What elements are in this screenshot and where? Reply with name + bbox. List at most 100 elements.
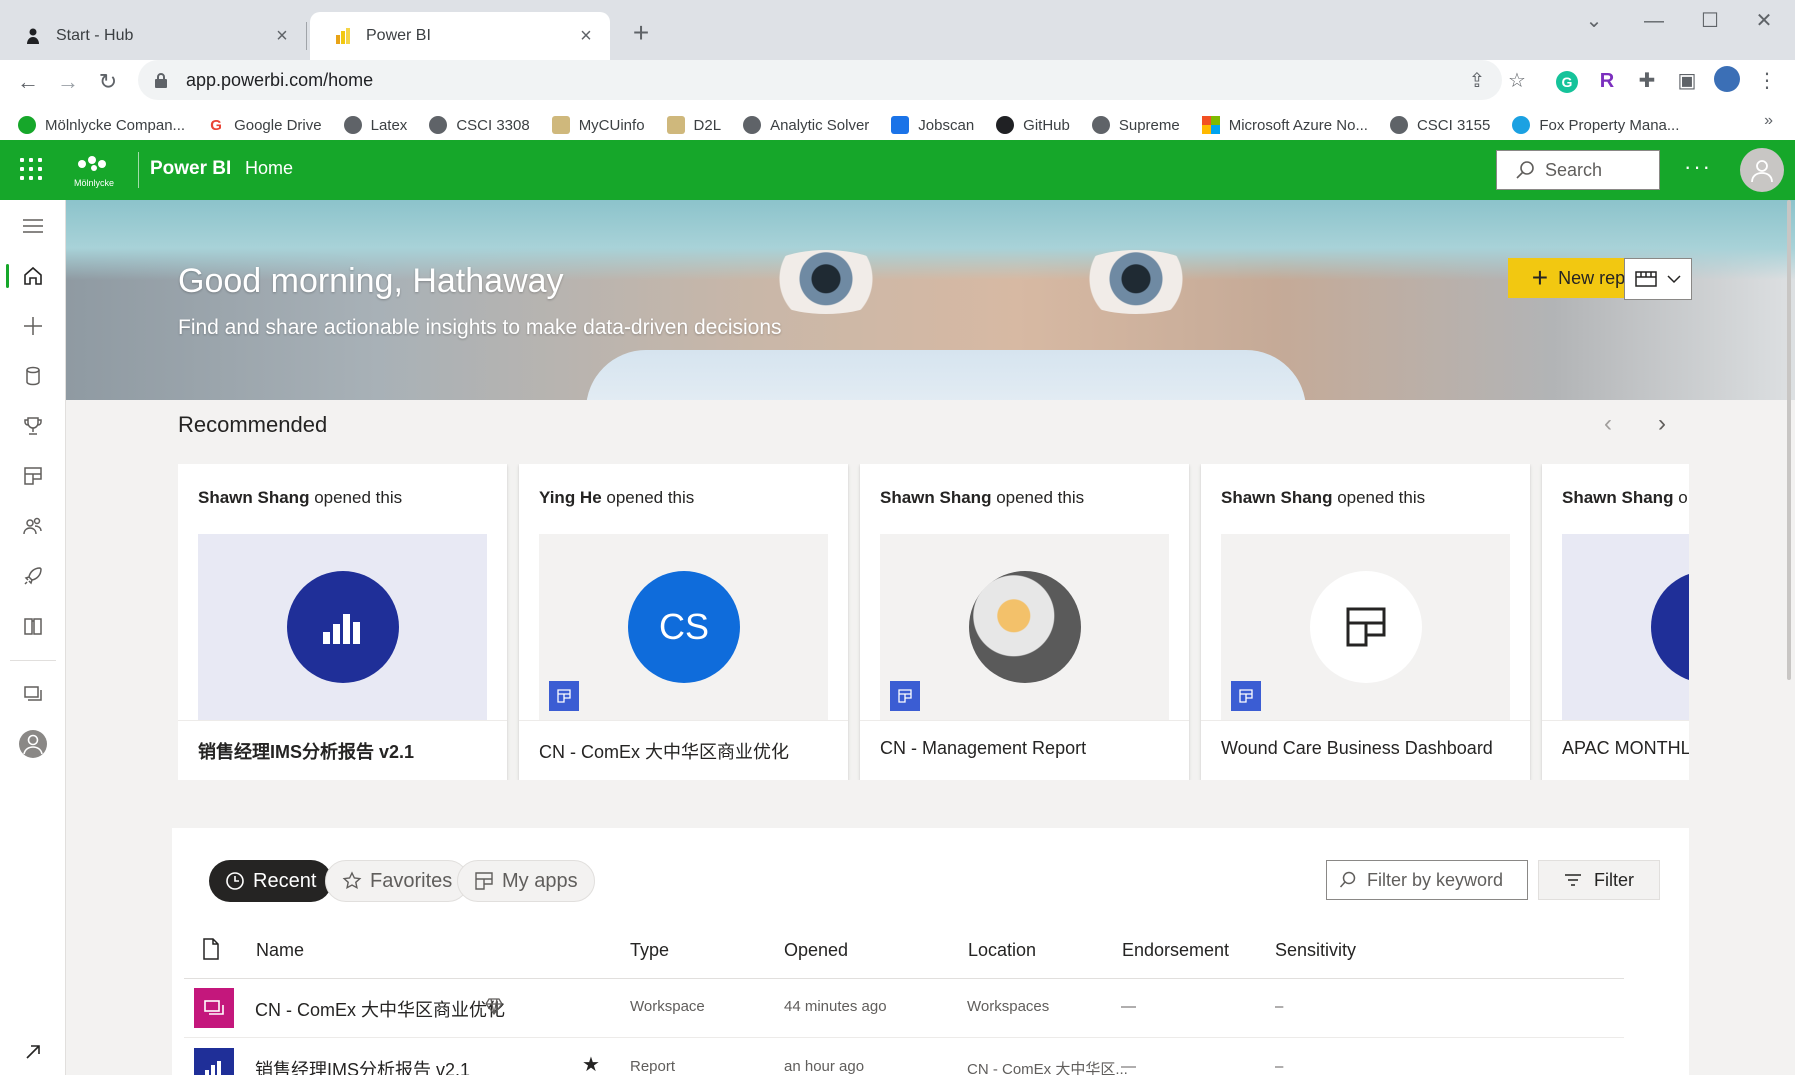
bookmark-fox-property[interactable]: Fox Property Mana... — [1512, 116, 1679, 134]
table-row[interactable]: 销售经理IMS分析报告 v2.1 ★ Report an hour ago CN… — [184, 1038, 1624, 1075]
kebab-menu-icon[interactable]: ⋮ — [1752, 66, 1782, 96]
nav-workspaces[interactable] — [0, 674, 66, 714]
page-scrollbar[interactable] — [1784, 200, 1794, 680]
chevron-left-icon[interactable]: ‹ — [1604, 410, 1612, 438]
bookmark-microsoft-azure[interactable]: Microsoft Azure No... — [1201, 116, 1368, 134]
recommended-card[interactable]: Ying He opened this CS CN - ComEx 大中华区商业… — [519, 464, 848, 780]
nav-datasets[interactable] — [0, 356, 66, 396]
bookmark-github[interactable]: GitHub — [996, 116, 1070, 134]
app-launcher-icon[interactable] — [20, 158, 42, 180]
bookmark-google-drive[interactable]: G Google Drive — [207, 116, 322, 134]
plus-icon: + — [1531, 262, 1549, 293]
bookmark-molnlycke[interactable]: Mölnlycke Compan... — [18, 116, 185, 134]
maximize-icon[interactable]: ☐ — [1682, 6, 1738, 36]
new-tab-button[interactable]: + — [624, 16, 658, 50]
grammarly-icon[interactable]: G — [1552, 66, 1582, 96]
column-header-type[interactable]: Type — [630, 940, 669, 961]
nav-learn[interactable] — [0, 556, 66, 596]
nav-divider — [10, 660, 56, 661]
filter-label: Filter — [1594, 869, 1634, 890]
close-icon[interactable]: × — [272, 25, 292, 48]
nav-shared[interactable] — [0, 506, 66, 546]
browser-tab-power-bi[interactable]: Power BI × — [310, 12, 610, 60]
account-avatar[interactable] — [1740, 148, 1784, 192]
recommended-card[interactable]: Shawn Shang opened this CN - Management … — [860, 464, 1189, 780]
recommended-card[interactable]: Shawn Shang opened this 销售经理IMS分析报告 v2.1 — [178, 464, 507, 780]
nav-goals[interactable] — [0, 406, 66, 446]
left-navigation — [0, 200, 66, 1075]
column-header-opened[interactable]: Opened — [784, 940, 848, 961]
bookmark-csci-3155[interactable]: CSCI 3155 — [1389, 116, 1490, 134]
table-row[interactable]: CN - ComEx 大中华区商业优化 Workspace 44 minutes… — [184, 978, 1624, 1038]
column-header-location[interactable]: Location — [968, 940, 1036, 961]
chevron-down-icon[interactable]: ⌄ — [1566, 6, 1622, 36]
recent-panel: Recent Favorites My apps Filter by keywo… — [172, 828, 1689, 1075]
row-location[interactable]: CN - ComEx 大中华区... — [967, 1058, 1128, 1075]
column-header-name[interactable]: Name — [256, 940, 304, 961]
google-icon: G — [207, 116, 226, 134]
tab-recent[interactable]: Recent — [209, 860, 333, 902]
card-thumbnail — [1562, 534, 1689, 720]
app-name[interactable]: Power BI — [150, 158, 231, 180]
extension-r-icon[interactable]: R — [1592, 66, 1622, 96]
view-toggle-button[interactable] — [1624, 258, 1692, 300]
star-icon[interactable]: ☆ — [1502, 66, 1532, 96]
chevron-right-icon[interactable]: › — [1658, 410, 1666, 438]
rocket-icon — [24, 567, 42, 585]
column-header-endorsement[interactable]: Endorsement — [1122, 940, 1229, 961]
sidepanel-icon[interactable]: ▣ — [1672, 66, 1702, 96]
tab-favorites[interactable]: Favorites — [325, 860, 470, 902]
molnlycke-logo[interactable]: Mölnlycke — [74, 154, 126, 188]
hamburger-menu-icon[interactable] — [0, 206, 66, 246]
card-person: Shawn Shang — [880, 488, 992, 507]
recommended-card[interactable]: Shawn Shang o APAC MONTHLY — [1542, 464, 1689, 780]
report-icon — [1651, 571, 1689, 683]
browser-tab-start-hub[interactable]: Start - Hub × — [0, 12, 306, 60]
bookmark-jobscan[interactable]: Jobscan — [891, 116, 974, 134]
workspace-icon — [194, 988, 234, 1028]
bookmarks-overflow-button[interactable]: » — [1764, 112, 1773, 130]
bookmark-d2l[interactable]: D2L — [666, 116, 721, 134]
browser-toolbar: ← → ↻ app.powerbi.com/home ⇪ ☆ G R ✚ ▣ ⋮… — [0, 60, 1795, 152]
logo-mark-icon — [78, 156, 106, 171]
window-close-icon[interactable]: ✕ — [1736, 6, 1792, 36]
column-header-sensitivity[interactable]: Sensitivity — [1275, 940, 1356, 961]
more-options-icon[interactable]: ··· — [1684, 154, 1712, 180]
row-opened: an hour ago — [784, 1058, 865, 1075]
card-activity: Shawn Shang opened this — [1221, 488, 1425, 508]
strategy-image-icon — [969, 571, 1081, 683]
filter-keyword-input[interactable]: Filter by keyword — [1326, 860, 1528, 900]
minimize-icon[interactable]: — — [1626, 6, 1682, 36]
expand-arrow-icon[interactable] — [0, 1032, 66, 1072]
nav-create[interactable] — [0, 306, 66, 346]
card-divider — [178, 720, 507, 721]
tab-my-apps[interactable]: My apps — [457, 860, 595, 902]
address-bar[interactable]: app.powerbi.com/home — [138, 60, 1502, 100]
nav-apps[interactable] — [0, 456, 66, 496]
forward-arrow-icon[interactable]: → — [50, 64, 86, 100]
share-icon[interactable]: ⇪ — [1462, 66, 1492, 96]
bookmark-supreme[interactable]: Supreme — [1091, 116, 1180, 134]
close-icon[interactable]: × — [576, 25, 596, 48]
row-location[interactable]: Workspaces — [967, 998, 1049, 1015]
favorite-star-icon[interactable]: ★ — [582, 1052, 600, 1075]
nav-workspaces-book[interactable] — [0, 606, 66, 646]
grid-view-icon — [1635, 271, 1657, 287]
nav-home[interactable] — [0, 256, 66, 296]
row-sensitivity: – — [1275, 998, 1284, 1015]
recommended-card[interactable]: Shawn Shang opened this Wound Care Busin… — [1201, 464, 1530, 780]
bookmark-analytic-solver[interactable]: Analytic Solver — [743, 116, 869, 134]
row-name[interactable]: 销售经理IMS分析报告 v2.1 — [255, 1056, 470, 1075]
reload-icon[interactable]: ↻ — [90, 64, 126, 100]
back-arrow-icon[interactable]: ← — [10, 64, 46, 100]
nav-my-workspace[interactable] — [0, 724, 66, 764]
row-name[interactable]: CN - ComEx 大中华区商业优化 — [255, 996, 505, 1022]
puzzle-icon[interactable]: ✚ — [1632, 66, 1662, 96]
bookmark-mycuinfo[interactable]: MyCUinfo — [551, 116, 645, 134]
bookmark-latex[interactable]: Latex — [343, 116, 407, 134]
filter-button[interactable]: Filter — [1538, 860, 1660, 900]
github-icon — [996, 116, 1015, 134]
profile-avatar[interactable] — [1712, 66, 1742, 96]
bookmark-csci-3308[interactable]: CSCI 3308 — [429, 116, 530, 134]
search-box[interactable]: Search — [1496, 150, 1660, 190]
